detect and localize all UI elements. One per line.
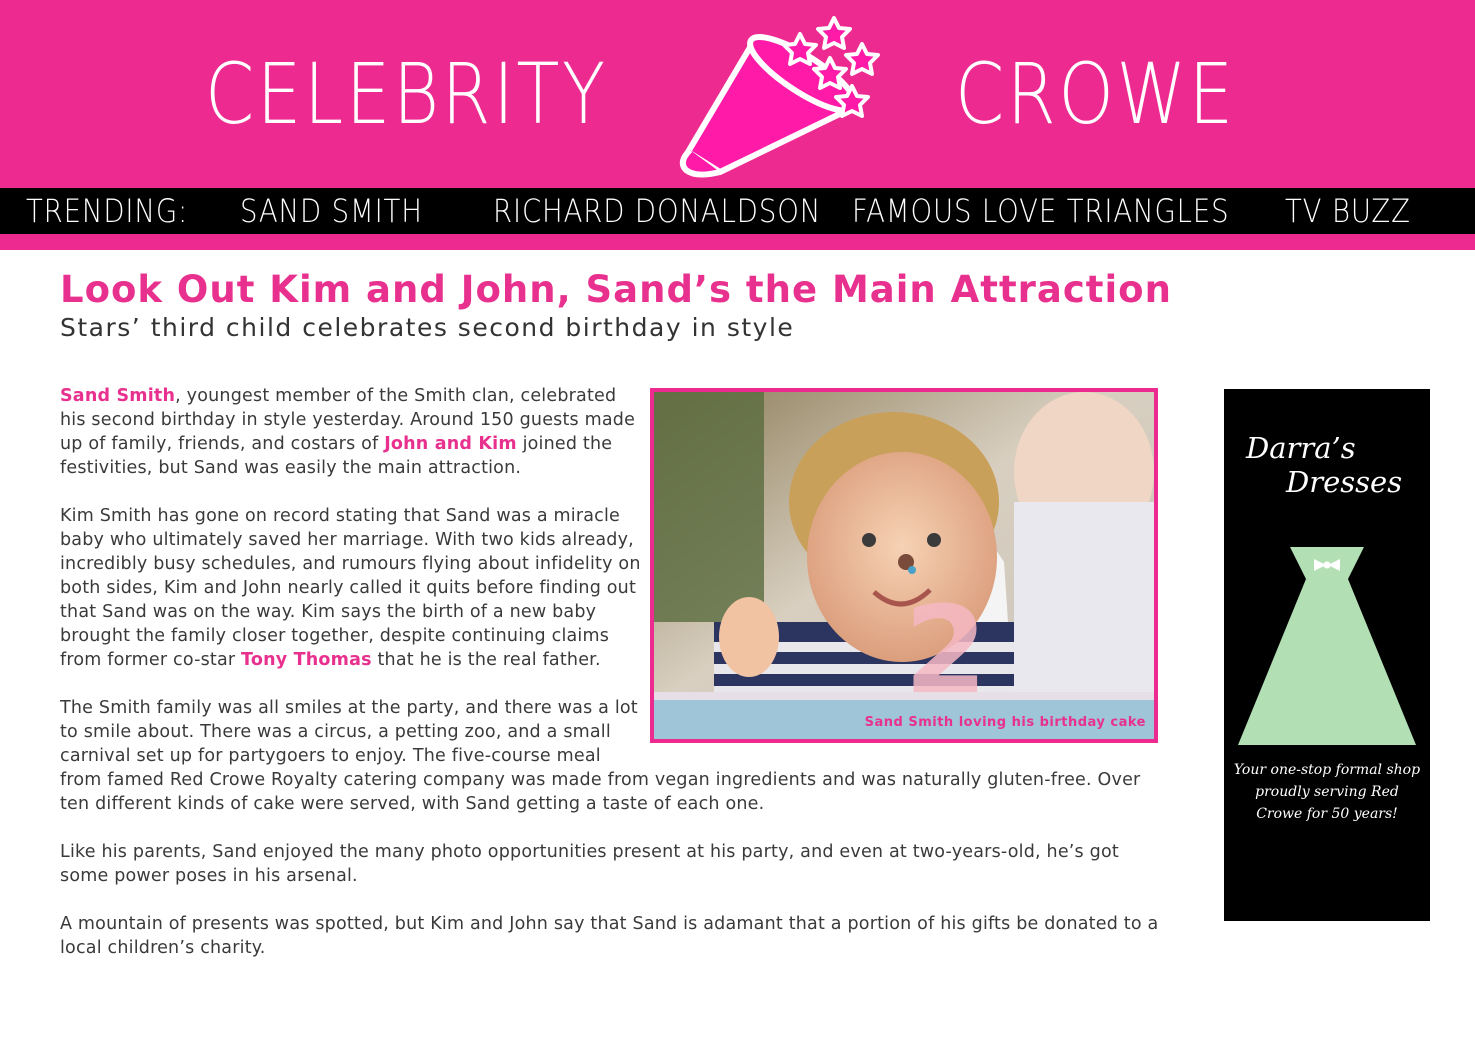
trending-nav: TRENDING: SAND SMITH RICHARD DONALDSON F… [0,188,1475,234]
nav-link-tv-buzz[interactable]: TV BUZZ [1285,192,1411,230]
birthday-photo-image: 2 [654,392,1154,739]
paragraph-text: that he is the real father. [371,650,601,670]
article-paragraph-4: Like his parents, Sand enjoyed the many … [60,842,1119,886]
article-body: 2 Sand Smith loving his birthday cake Sa… [60,384,1172,984]
nav-link-famous-love-triangles[interactable]: FAMOUS LOVE TRIANGLES [852,192,1229,230]
logo-text-celebrity[interactable]: CELEBRITY [205,52,608,136]
article-paragraph-5: A mountain of presents was spotted, but … [60,914,1159,958]
ad-title-line2: Dresses [1286,465,1403,499]
link-sand-smith[interactable]: Sand Smith [60,386,175,406]
ad-tagline: Your one-stop formal shop proudly servin… [1233,762,1421,822]
link-john-and-kim[interactable]: John and Kim [384,434,517,454]
article-headline: Look Out Kim and John, Sand’s the Main A… [60,268,1172,311]
nav-link-sand-smith[interactable]: SAND SMITH [240,192,423,230]
dress-icon [1238,547,1416,745]
logo-text-crowe[interactable]: CROWE [955,52,1236,136]
article-subheadline: Stars’ third child celebrates second bir… [60,313,795,342]
megaphone-stars-logo-icon[interactable] [676,12,882,180]
paragraph-text: Kim Smith has gone on record stating tha… [60,506,641,670]
photo-caption: Sand Smith loving his birthday cake [864,715,1146,730]
ad-title-line1: Darra’s [1246,431,1356,465]
sidebar-ad-darras-dresses[interactable]: Darra’s Dresses Your one-stop formal sho… [1224,389,1430,921]
trending-label: TRENDING: [26,192,189,230]
nav-link-richard-donaldson[interactable]: RICHARD DONALDSON [493,192,821,230]
link-tony-thomas[interactable]: Tony Thomas [241,650,372,670]
article-photo[interactable]: 2 Sand Smith loving his birthday cake [650,388,1158,743]
